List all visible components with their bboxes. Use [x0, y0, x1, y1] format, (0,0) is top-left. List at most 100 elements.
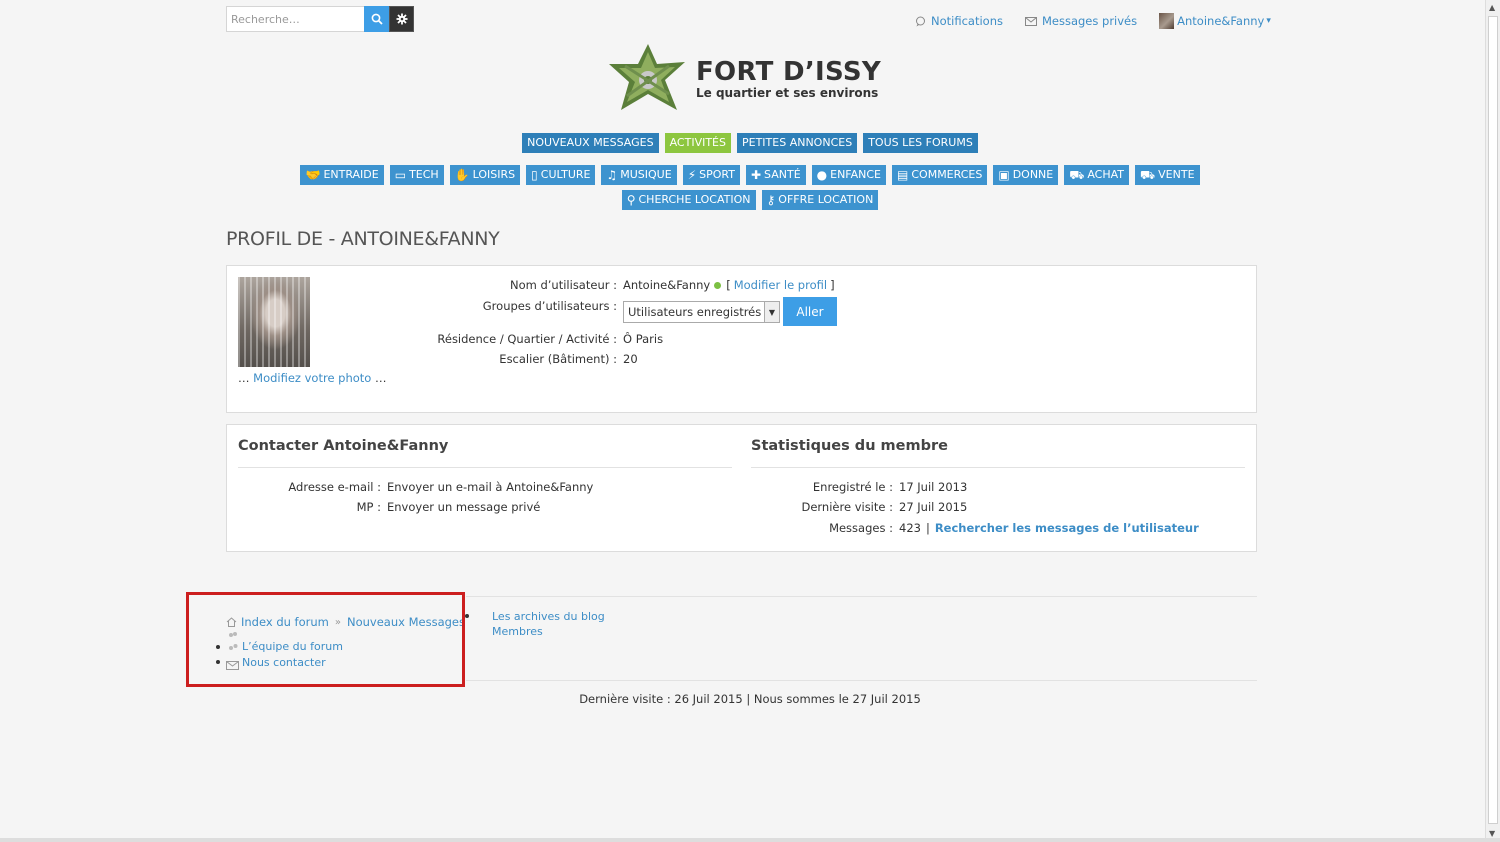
- private-messages-link[interactable]: Messages privés: [1024, 14, 1138, 28]
- edit-photo-link[interactable]: Modifiez votre photo: [253, 371, 371, 385]
- stair-label: Escalier (Bâtiment) :: [499, 352, 617, 366]
- nav-new-messages[interactable]: NOUVEAUX MESSAGES: [522, 133, 659, 153]
- handshake-icon: 🤝: [305, 168, 321, 182]
- cat-label: MUSIQUE: [620, 168, 672, 181]
- email-row: Adresse e-mail : Envoyer un e-mail à Ant…: [227, 480, 593, 494]
- cat-label: ACHAT: [1087, 168, 1125, 181]
- scroll-thumb[interactable]: [1488, 16, 1498, 824]
- username-value: Antoine&Fanny: [623, 278, 711, 292]
- advanced-search-button[interactable]: [389, 6, 414, 32]
- last-visit-row: Dernière visite : 27 Juil 2015: [727, 500, 967, 514]
- cat-entraide[interactable]: 🤝 ENTRAIDE: [300, 165, 384, 185]
- cat-label: TECH: [409, 168, 439, 181]
- registered-value: 17 Juil 2013: [899, 480, 968, 494]
- site-logo[interactable]: FORT D’ISSY Le quartier et ses environs: [607, 42, 881, 116]
- nav-activities[interactable]: ACTIVITÉS: [664, 133, 731, 153]
- search-input[interactable]: [226, 6, 364, 32]
- plus-icon: ✚: [750, 168, 762, 182]
- last-visit-label: Dernière visite :: [801, 500, 893, 514]
- cart-icon: ⛟: [1140, 168, 1156, 182]
- search-icon: ⚲: [626, 193, 636, 207]
- bracket: [: [726, 278, 731, 292]
- divider: [238, 467, 732, 468]
- scroll-down-icon[interactable]: ▼: [1489, 829, 1495, 838]
- runner-icon: ⚡: [687, 168, 697, 182]
- scroll-up-icon[interactable]: ▲: [1489, 3, 1495, 12]
- hand-icon: ✋: [454, 168, 470, 182]
- last-visit-value: 27 Juil 2015: [899, 500, 968, 514]
- blog-archives-link[interactable]: Les archives du blog: [492, 610, 605, 623]
- cat-label: ENFANCE: [830, 168, 882, 181]
- profile-panel: … Modifiez votre photo … Nom d’utilisate…: [226, 265, 1257, 413]
- groups-selected-value: Utilisateurs enregistrés: [628, 305, 762, 319]
- email-label: Adresse e-mail :: [288, 480, 381, 494]
- cat-sport[interactable]: ⚡ SPORT: [682, 165, 740, 185]
- online-status-icon: [714, 281, 722, 289]
- page-title: PROFIL DE - ANTOINE&FANNY: [226, 228, 500, 250]
- cat-sante[interactable]: ✚ SANTÉ: [745, 165, 806, 185]
- go-button[interactable]: Aller: [783, 297, 837, 326]
- nav-all-forums[interactable]: TOUS LES FORUMS: [863, 133, 978, 153]
- scrollbar[interactable]: ▲ ▼: [1485, 0, 1500, 842]
- cat-vente[interactable]: ⛟ VENTE: [1135, 165, 1200, 185]
- cat-musique[interactable]: ♫ MUSIQUE: [601, 165, 677, 185]
- cat-label: CHERCHE LOCATION: [638, 193, 751, 206]
- ellipsis: …: [375, 371, 387, 385]
- search-user-posts-link[interactable]: Rechercher les messages de l’utilisateur: [935, 521, 1199, 535]
- fort-star-logo-icon: [609, 44, 685, 110]
- cat-offre-location[interactable]: ⚷ OFFRE LOCATION: [761, 190, 879, 210]
- cat-tech[interactable]: ▭ TECH: [389, 165, 444, 185]
- notifications-link[interactable]: Notifications: [915, 14, 1003, 28]
- top-nav: Notifications Messages privés Antoine&Fa…: [915, 13, 1271, 29]
- groups-row: Groupes d’utilisateurs :: [377, 299, 617, 313]
- ellipsis: …: [238, 371, 250, 385]
- main-nav: NOUVEAUX MESSAGES ACTIVITÉS PETITES ANNO…: [0, 133, 1500, 153]
- keys-icon: ⚷: [766, 193, 776, 207]
- gear-icon: [396, 13, 407, 25]
- search-button[interactable]: [364, 6, 389, 32]
- category-nav-row1: 🤝 ENTRAIDE ▭ TECH ✋ LOISIRS ▯ CULTURE ♫ MUSIQ…: [0, 165, 1500, 185]
- edit-profile-link[interactable]: Modifier le profil: [734, 278, 827, 292]
- groups-select[interactable]: Utilisateurs enregistrés ▼: [623, 301, 780, 323]
- cat-commerces[interactable]: ▤ COMMERCES: [892, 165, 988, 185]
- highlight-box: [186, 592, 465, 687]
- stats-title: Statistiques du membre: [751, 438, 948, 454]
- cat-label: LOISIRS: [472, 168, 516, 181]
- cat-label: OFFRE LOCATION: [778, 193, 874, 206]
- logo-text: FORT D’ISSY Le quartier et ses environs: [696, 59, 881, 100]
- notifications-label: Notifications: [931, 14, 1003, 28]
- send-pm-link[interactable]: Envoyer un message privé: [387, 500, 540, 514]
- groups-label: Groupes d’utilisateurs :: [482, 299, 617, 313]
- messages-row: Messages : 423 | Rechercher les messages…: [727, 521, 1199, 535]
- cat-loisirs[interactable]: ✋ LOISIRS: [449, 165, 521, 185]
- cat-label: SANTÉ: [764, 168, 801, 181]
- music-icon: ♫: [606, 168, 618, 182]
- logo-subtitle: Le quartier et ses environs: [696, 85, 879, 100]
- bullet: [465, 614, 469, 618]
- members-link[interactable]: Membres: [492, 625, 543, 638]
- gift-icon: ▣: [998, 168, 1010, 182]
- divider: [751, 467, 1245, 468]
- nav-classifieds[interactable]: PETITES ANNONCES: [737, 133, 858, 153]
- cat-enfance[interactable]: ● ENFANCE: [811, 165, 887, 185]
- category-nav-row2: ⚲ CHERCHE LOCATION ⚷ OFFRE LOCATION: [0, 190, 1500, 210]
- registered-label: Enregistré le :: [812, 480, 893, 494]
- cat-cherche-location[interactable]: ⚲ CHERCHE LOCATION: [621, 190, 756, 210]
- basket-icon: ⛟: [1069, 168, 1085, 182]
- bracket: ]: [830, 278, 835, 292]
- residence-label: Résidence / Quartier / Activité :: [437, 332, 617, 346]
- cat-achat[interactable]: ⛟ ACHAT: [1064, 165, 1130, 185]
- messages-label: Messages :: [829, 521, 893, 535]
- cat-label: ENTRAIDE: [323, 168, 379, 181]
- cat-label: VENTE: [1158, 168, 1195, 181]
- residence-row: Résidence / Quartier / Activité : Ô Pari…: [377, 332, 663, 346]
- cat-donne[interactable]: ▣ DONNE: [993, 165, 1059, 185]
- contact-title: Contacter Antoine&Fanny: [238, 438, 449, 454]
- cat-culture[interactable]: ▯ CULTURE: [526, 165, 596, 185]
- avatar: [238, 277, 310, 367]
- private-messages-label: Messages privés: [1041, 14, 1138, 28]
- send-email-link[interactable]: Envoyer un e-mail à Antoine&Fanny: [387, 480, 593, 494]
- stair-value: 20: [623, 352, 638, 366]
- user-menu[interactable]: Antoine&Fanny ▾: [1159, 13, 1271, 29]
- book-icon: ▯: [531, 168, 538, 182]
